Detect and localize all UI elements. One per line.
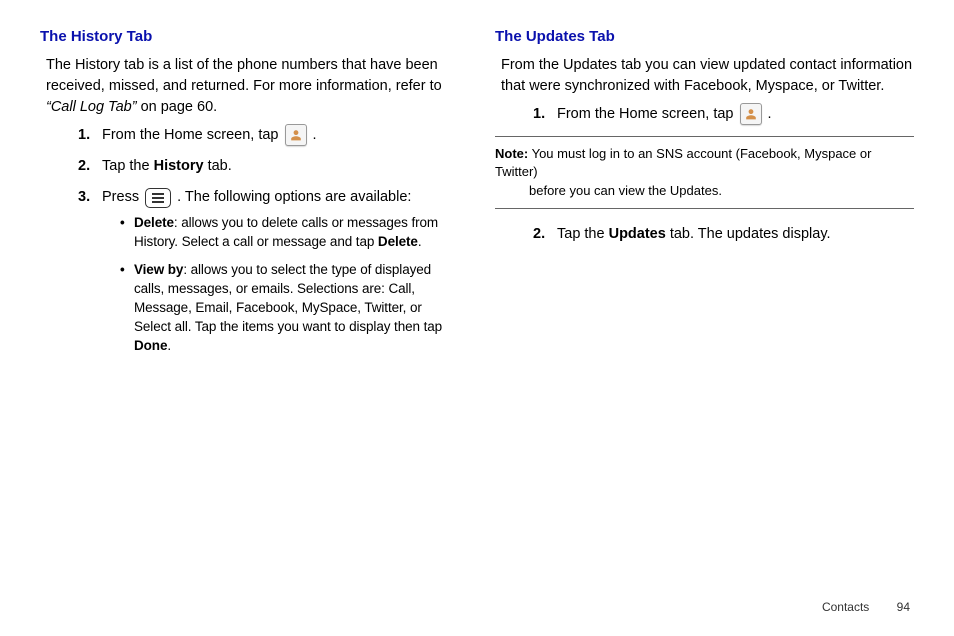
step-text-before: Tap the (102, 158, 154, 174)
step-number: 2. (533, 223, 557, 246)
call-log-ref: “Call Log Tab” (46, 99, 137, 115)
step-content: From the Home screen, tap . (102, 124, 459, 147)
step-text-before: From the Home screen, tap (102, 127, 283, 143)
step-content: Tap the Updates tab. The updates display… (557, 223, 914, 246)
step-text-before: Tap the (557, 226, 609, 242)
bullet-body: View by: allows you to select the type o… (134, 261, 459, 355)
bullet-bold-1: View by (134, 262, 183, 277)
step-text-after: . (768, 106, 772, 122)
bullet-bold-2: Delete (378, 234, 418, 249)
note-text-line1: You must log in to an SNS account (Faceb… (495, 146, 871, 179)
step-text-before: Press (102, 189, 143, 205)
history-intro: The History tab is a list of the phone n… (40, 55, 459, 118)
step-text-before: From the Home screen, tap (557, 106, 738, 122)
right-column: The Updates Tab From the Updates tab you… (495, 28, 914, 374)
step-number: 2. (78, 155, 102, 178)
updates-steps-b: 2. Tap the Updates tab. The updates disp… (495, 223, 914, 246)
step-number: 1. (78, 124, 102, 147)
contacts-icon (285, 124, 307, 146)
bullet-marker: • (120, 214, 134, 252)
history-step-3: 3. Press . The following options are ava… (78, 186, 459, 365)
footer-page-number: 94 (897, 600, 910, 614)
history-bullets: • Delete: allows you to delete calls or … (102, 214, 459, 356)
contacts-icon (740, 103, 762, 125)
history-intro-text-1: The History tab is a list of the phone n… (46, 57, 442, 94)
updates-tab-heading: The Updates Tab (495, 28, 914, 45)
step-content: Tap the History tab. (102, 155, 459, 178)
step-bold: History (154, 158, 204, 174)
bullet-view-by: • View by: allows you to select the type… (120, 261, 459, 355)
history-intro-text-2: on page 60. (137, 99, 218, 115)
step-text-after: tab. The updates display. (666, 226, 831, 242)
footer-section: Contacts (822, 600, 869, 614)
step-text-after: tab. (204, 158, 232, 174)
bullet-delete: • Delete: allows you to delete calls or … (120, 214, 459, 252)
step-text-after: . The following options are available: (177, 189, 411, 205)
history-steps: 1. From the Home screen, tap . 2. Tap th… (40, 124, 459, 366)
updates-intro: From the Updates tab you can view update… (495, 55, 914, 97)
bullet-bold-2: Done (134, 338, 167, 353)
history-step-2: 2. Tap the History tab. (78, 155, 459, 178)
history-tab-heading: The History Tab (40, 28, 459, 45)
step-content: From the Home screen, tap . (557, 103, 914, 126)
history-step-1: 1. From the Home screen, tap . (78, 124, 459, 147)
bullet-bold-1: Delete (134, 215, 174, 230)
bullet-marker: • (120, 261, 134, 355)
step-bold: Updates (609, 226, 666, 242)
updates-step-2: 2. Tap the Updates tab. The updates disp… (533, 223, 914, 246)
bullet-text-2: . (418, 234, 422, 249)
note-block: Note: You must log in to an SNS account … (495, 136, 914, 209)
left-column: The History Tab The History tab is a lis… (40, 28, 459, 374)
menu-icon (145, 188, 171, 208)
updates-step-1: 1. From the Home screen, tap . (533, 103, 914, 126)
step-content: Press . The following options are availa… (102, 186, 459, 365)
bullet-body: Delete: allows you to delete calls or me… (134, 214, 459, 252)
step-number: 1. (533, 103, 557, 126)
step-number: 3. (78, 186, 102, 209)
note-label: Note: (495, 146, 528, 161)
note-text-line2: before you can view the Updates. (495, 182, 914, 200)
step-text-after: . (313, 127, 317, 143)
page-footer: Contacts 94 (822, 600, 910, 614)
bullet-text-2: . (167, 338, 171, 353)
updates-steps-a: 1. From the Home screen, tap . (495, 103, 914, 126)
